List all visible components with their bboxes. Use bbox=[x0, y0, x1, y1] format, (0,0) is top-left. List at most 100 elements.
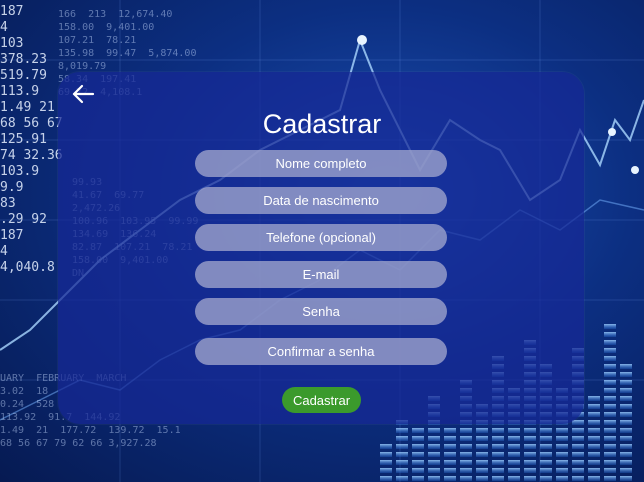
background-bar-segment bbox=[604, 340, 616, 345]
background-bar-segment bbox=[556, 428, 568, 433]
background-bar-segment bbox=[620, 380, 632, 385]
background-bar-segment bbox=[620, 476, 632, 481]
background-bar-segment bbox=[460, 452, 472, 457]
background-bar-segment bbox=[572, 460, 584, 465]
background-bar-segment bbox=[476, 444, 488, 449]
background-bar-segment bbox=[476, 436, 488, 441]
background-bar-segment bbox=[492, 444, 504, 449]
background-bar-segment bbox=[540, 468, 552, 473]
birth-date-field[interactable] bbox=[195, 187, 447, 214]
background-bar-segment bbox=[508, 436, 520, 441]
background-bar-segment bbox=[540, 452, 552, 457]
background-bar-segment bbox=[604, 396, 616, 401]
background-bar-segment bbox=[396, 444, 408, 449]
background-bar-segment bbox=[428, 428, 440, 433]
background-bar-segment bbox=[444, 436, 456, 441]
background-bar-segment bbox=[604, 348, 616, 353]
background-bar-segment bbox=[604, 428, 616, 433]
background-bar-segment bbox=[588, 412, 600, 417]
background-bar-segment bbox=[396, 460, 408, 465]
background-bar-segment bbox=[604, 380, 616, 385]
background-bar-segment bbox=[620, 372, 632, 377]
background-bar-segment bbox=[412, 468, 424, 473]
background-bar-segment bbox=[428, 452, 440, 457]
background-bar-segment bbox=[604, 356, 616, 361]
background-bar-segment bbox=[444, 476, 456, 481]
background-bar-segment bbox=[492, 452, 504, 457]
background-bar-segment bbox=[476, 428, 488, 433]
background-bar-segment bbox=[588, 420, 600, 425]
background-bar-segment bbox=[620, 460, 632, 465]
background-bar-segment bbox=[572, 420, 584, 425]
background-bar-segment bbox=[444, 452, 456, 457]
background-bar-segment bbox=[524, 444, 536, 449]
background-bar-segment bbox=[460, 444, 472, 449]
background-bar-segment bbox=[572, 468, 584, 473]
background-bar-segment bbox=[444, 428, 456, 433]
phone-field[interactable] bbox=[195, 224, 447, 251]
background-bar-segment bbox=[572, 476, 584, 481]
background-bar-segment bbox=[508, 428, 520, 433]
background-bar-segment bbox=[396, 452, 408, 457]
background-bar-segment bbox=[524, 476, 536, 481]
background-bar-segment bbox=[428, 476, 440, 481]
background-bar-segment bbox=[604, 444, 616, 449]
background-bar-segment bbox=[620, 412, 632, 417]
background-bar-segment bbox=[620, 468, 632, 473]
background-bar-segment bbox=[412, 436, 424, 441]
background-bar-segment bbox=[476, 476, 488, 481]
background-bar-segment bbox=[508, 460, 520, 465]
background-bar-segment bbox=[460, 436, 472, 441]
background-bar-segment bbox=[524, 468, 536, 473]
background-bar-segment bbox=[620, 436, 632, 441]
background-bar-segment bbox=[428, 468, 440, 473]
background-bar-segment bbox=[604, 332, 616, 337]
background-bar-segment bbox=[396, 428, 408, 433]
background-bar-segment bbox=[428, 436, 440, 441]
background-bar-segment bbox=[588, 452, 600, 457]
confirm-password-field[interactable] bbox=[195, 338, 447, 365]
email-field[interactable] bbox=[195, 261, 447, 288]
background-bar-segment bbox=[604, 420, 616, 425]
background-bar-segment bbox=[620, 452, 632, 457]
background-bar-segment bbox=[556, 460, 568, 465]
register-button[interactable]: Cadastrar bbox=[282, 387, 361, 413]
background-bar-segment bbox=[604, 412, 616, 417]
background-bar-segment bbox=[620, 364, 632, 369]
background-bar-segment bbox=[412, 452, 424, 457]
background-bar-segment bbox=[556, 452, 568, 457]
background-bar-segment bbox=[524, 428, 536, 433]
back-button[interactable] bbox=[71, 83, 95, 105]
background-bar-segment bbox=[444, 444, 456, 449]
background-bar-segment bbox=[508, 444, 520, 449]
background-bar-segment bbox=[380, 452, 392, 457]
background-bar-segment bbox=[588, 428, 600, 433]
background-bar-segment bbox=[460, 460, 472, 465]
full-name-field[interactable] bbox=[195, 150, 447, 177]
background-bar-segment bbox=[604, 404, 616, 409]
background-bar-segment bbox=[588, 460, 600, 465]
background-bar-segment bbox=[604, 388, 616, 393]
password-field[interactable] bbox=[195, 298, 447, 325]
background-bar-segment bbox=[604, 364, 616, 369]
background-bar-segment bbox=[540, 444, 552, 449]
background-bar-segment bbox=[540, 428, 552, 433]
background-bar-segment bbox=[620, 396, 632, 401]
background-bar-segment bbox=[524, 436, 536, 441]
background-bar-segment bbox=[444, 460, 456, 465]
background-bar-segment bbox=[604, 372, 616, 377]
background-bar-segment bbox=[460, 468, 472, 473]
background-bar-segment bbox=[476, 452, 488, 457]
background-bar-segment bbox=[540, 476, 552, 481]
background-bar-segment bbox=[412, 444, 424, 449]
background-bar-segment bbox=[524, 460, 536, 465]
background-bar-segment bbox=[556, 468, 568, 473]
background-bar-segment bbox=[412, 476, 424, 481]
background-bar-segment bbox=[396, 468, 408, 473]
background-bar-segment bbox=[540, 460, 552, 465]
page-title: Cadastrar bbox=[262, 109, 382, 139]
background-bar-segment bbox=[604, 324, 616, 329]
background-bar-segment bbox=[620, 428, 632, 433]
background-bar-segment bbox=[604, 468, 616, 473]
background-bar-segment bbox=[460, 476, 472, 481]
